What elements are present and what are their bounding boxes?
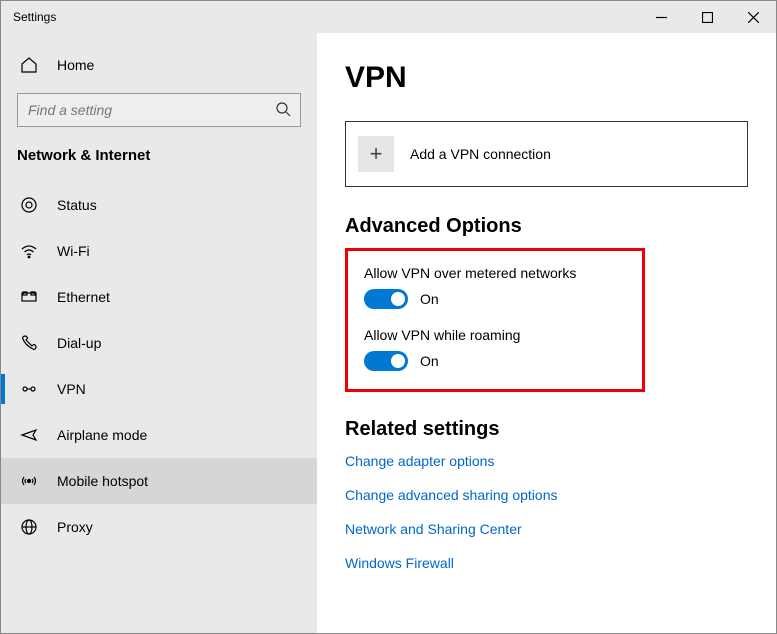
sidebar-item-label: Status bbox=[57, 197, 97, 213]
page-title: VPN bbox=[345, 61, 748, 95]
close-button[interactable] bbox=[730, 1, 776, 33]
sidebar-item-ethernet[interactable]: Ethernet bbox=[1, 274, 317, 320]
home-icon bbox=[19, 56, 39, 74]
hotspot-icon bbox=[19, 472, 39, 490]
plus-icon: + bbox=[358, 136, 394, 172]
search-input[interactable] bbox=[17, 93, 301, 127]
airplane-icon bbox=[19, 426, 39, 444]
add-vpn-button[interactable]: + Add a VPN connection bbox=[345, 121, 748, 187]
dialup-icon bbox=[19, 334, 39, 352]
sidebar-item-airplane[interactable]: Airplane mode bbox=[1, 412, 317, 458]
advanced-heading: Advanced Options bbox=[345, 215, 748, 238]
sidebar-item-wifi[interactable]: Wi-Fi bbox=[1, 228, 317, 274]
sidebar-home[interactable]: Home bbox=[1, 43, 317, 87]
sidebar-section-heading: Network & Internet bbox=[1, 141, 317, 182]
sidebar-item-proxy[interactable]: Proxy bbox=[1, 504, 317, 550]
wifi-icon bbox=[19, 242, 39, 260]
roaming-toggle[interactable] bbox=[364, 351, 408, 371]
titlebar: Settings bbox=[1, 1, 776, 33]
minimize-button[interactable] bbox=[638, 1, 684, 33]
sidebar-item-label: Dial-up bbox=[57, 335, 101, 351]
roaming-label: Allow VPN while roaming bbox=[364, 327, 626, 343]
metered-label: Allow VPN over metered networks bbox=[364, 265, 626, 281]
search-wrap bbox=[17, 93, 301, 127]
link-adapter-options[interactable]: Change adapter options bbox=[345, 453, 748, 469]
advanced-options-highlight: Allow VPN over metered networks On Allow… bbox=[345, 248, 645, 392]
sidebar-item-label: Ethernet bbox=[57, 289, 110, 305]
sidebar-item-status[interactable]: Status bbox=[1, 182, 317, 228]
sidebar-item-label: Proxy bbox=[57, 519, 93, 535]
status-icon bbox=[19, 196, 39, 214]
sidebar-item-label: Wi-Fi bbox=[57, 243, 90, 259]
metered-state: On bbox=[420, 291, 439, 307]
link-windows-firewall[interactable]: Windows Firewall bbox=[345, 555, 748, 571]
content-pane: VPN + Add a VPN connection Advanced Opti… bbox=[317, 33, 776, 633]
vpn-icon bbox=[19, 380, 39, 398]
sidebar-item-label: Mobile hotspot bbox=[57, 473, 148, 489]
link-network-sharing-center[interactable]: Network and Sharing Center bbox=[345, 521, 748, 537]
search-icon bbox=[275, 101, 291, 122]
sidebar-item-hotspot[interactable]: Mobile hotspot bbox=[1, 458, 317, 504]
sidebar-item-label: Airplane mode bbox=[57, 427, 147, 443]
sidebar-item-label: VPN bbox=[57, 381, 86, 397]
metered-toggle[interactable] bbox=[364, 289, 408, 309]
link-advanced-sharing[interactable]: Change advanced sharing options bbox=[345, 487, 748, 503]
window-title: Settings bbox=[1, 10, 56, 24]
ethernet-icon bbox=[19, 288, 39, 306]
home-label: Home bbox=[57, 57, 94, 73]
related-links: Change adapter options Change advanced s… bbox=[345, 453, 748, 571]
sidebar: Home Network & Internet Status Wi-Fi Eth… bbox=[1, 33, 317, 633]
proxy-icon bbox=[19, 518, 39, 536]
roaming-state: On bbox=[420, 353, 439, 369]
related-heading: Related settings bbox=[345, 418, 748, 441]
sidebar-nav: Status Wi-Fi Ethernet Dial-up VPN Airpla… bbox=[1, 182, 317, 550]
add-vpn-label: Add a VPN connection bbox=[410, 146, 551, 162]
maximize-button[interactable] bbox=[684, 1, 730, 33]
sidebar-item-dialup[interactable]: Dial-up bbox=[1, 320, 317, 366]
sidebar-item-vpn[interactable]: VPN bbox=[1, 366, 317, 412]
